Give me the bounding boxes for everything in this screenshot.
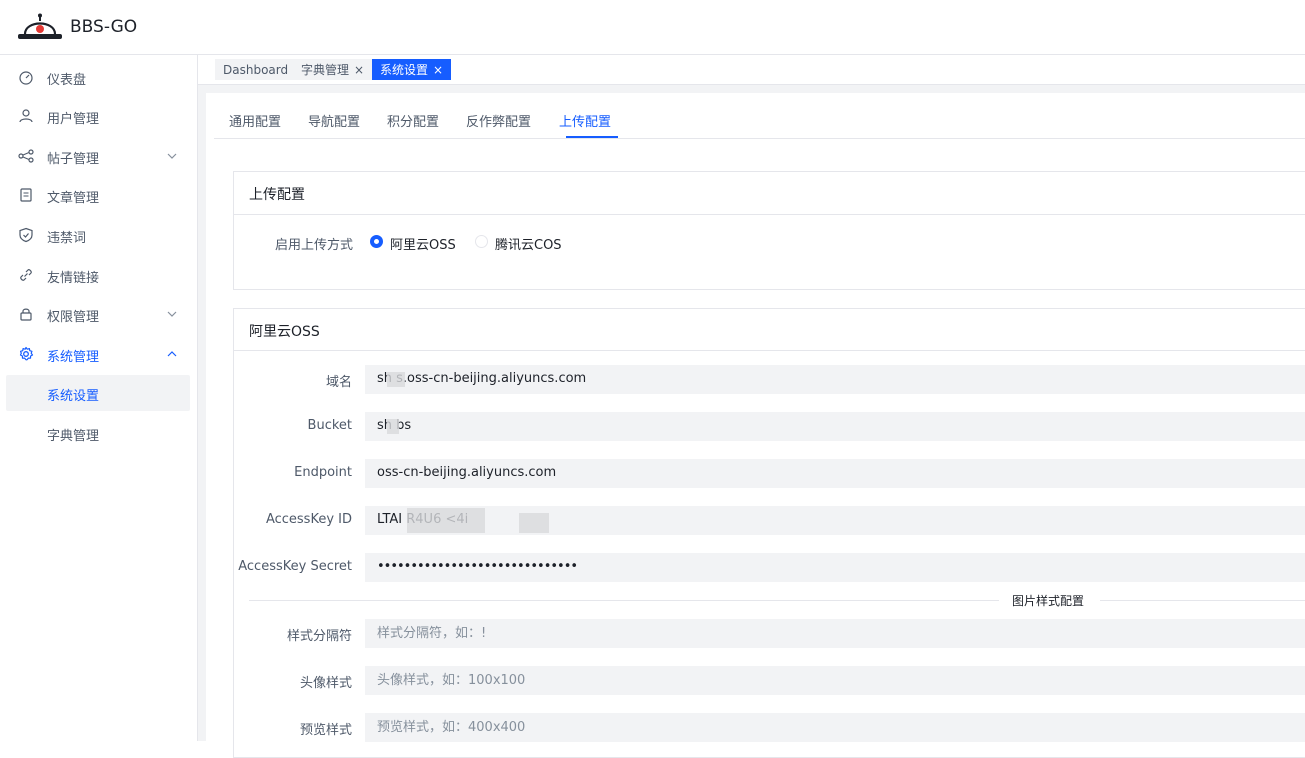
top-header: BBS-GO — [0, 0, 1305, 55]
endpoint-value: oss-cn-beijing.aliyuncs.com — [377, 465, 557, 480]
tab-anti-spam[interactable]: 反作弊配置 — [466, 111, 531, 130]
redaction-blur — [407, 508, 485, 533]
access-key-id-input[interactable]: LTAI R4U6 <4i — [365, 506, 1305, 535]
endpoint-input[interactable]: oss-cn-beijing.aliyuncs.com — [365, 459, 1305, 488]
file-icon — [20, 188, 32, 202]
content-panel: 通用配置 导航配置 积分配置 反作弊配置 上传配置 上传配置 启用上传方式 阿里… — [206, 93, 1305, 758]
upload-config-card: 上传配置 启用上传方式 阿里云OSS 腾讯云COS — [233, 171, 1305, 290]
lock-icon — [20, 308, 32, 321]
bucket-label: Bucket — [307, 418, 352, 433]
tag-label: 系统设置 — [380, 63, 429, 77]
sidebar-item-label: 文章管理 — [47, 191, 100, 206]
sidebar-item-articles[interactable]: 文章管理 — [6, 177, 190, 213]
sidebar-item-label: 系统设置 — [47, 389, 100, 404]
redaction-blur — [387, 372, 405, 387]
close-icon[interactable]: × — [354, 63, 364, 77]
card-title: 阿里云OSS — [249, 324, 320, 340]
card-divider — [234, 214, 1305, 215]
chevron-up-icon — [167, 351, 177, 357]
style-separator-input[interactable] — [365, 619, 1305, 648]
sidebar-item-label: 用户管理 — [47, 112, 100, 127]
tag-dashboard[interactable]: Dashboard — [215, 59, 297, 80]
sidebar-item-label: 仪表盘 — [47, 73, 87, 88]
card-title: 上传配置 — [249, 187, 305, 203]
tag-label: Dashboard — [223, 62, 289, 77]
avatar-style-label: 头像样式 — [299, 676, 352, 691]
sidebar-item-label: 友情链接 — [47, 271, 100, 286]
sidebar-item-label: 字典管理 — [47, 429, 100, 444]
radio-aliyun-oss-label[interactable]: 阿里云OSS — [390, 234, 456, 253]
access-key-id-label: AccessKey ID — [265, 512, 352, 527]
bbs-logo-icon — [18, 13, 62, 39]
sidebar-item-dashboard[interactable]: 仪表盘 — [6, 59, 190, 95]
endpoint-label: Endpoint — [294, 465, 352, 480]
sidebar-subitem-dictionary[interactable]: 字典管理 — [6, 415, 190, 451]
upload-method-label: 启用上传方式 — [275, 238, 354, 253]
divider-line-left — [249, 600, 999, 601]
sidebar-item-system[interactable]: 系统管理 — [6, 336, 190, 372]
sidebar-item-posts[interactable]: 帖子管理 — [6, 138, 190, 174]
domain-value: sh s.oss-cn-beijing.aliyuncs.com — [377, 371, 587, 386]
avatar-style-input[interactable] — [365, 666, 1305, 695]
radio-aliyun-oss[interactable] — [370, 235, 383, 248]
preview-style-input[interactable] — [365, 713, 1305, 742]
redaction-blur — [519, 513, 549, 533]
share-icon — [18, 149, 34, 163]
access-key-secret-label: AccessKey Secret — [238, 559, 352, 574]
sidebar-item-links[interactable]: 友情链接 — [6, 257, 190, 293]
user-icon — [19, 109, 33, 123]
tag-dictionary[interactable]: 字典管理 × — [293, 59, 373, 80]
sidebar-item-forbidden-words[interactable]: 违禁词 — [6, 217, 190, 253]
domain-label: 域名 — [325, 375, 352, 390]
brand-name: BBS-GO — [70, 17, 138, 37]
preview-style-label: 预览样式 — [299, 723, 352, 738]
tab-general[interactable]: 通用配置 — [229, 111, 281, 130]
aliyun-oss-card: 阿里云OSS 域名 sh s.oss-cn-beijing.aliyuncs.c… — [233, 308, 1305, 758]
access-key-secret-input[interactable]: •••••••••••••••••••••••••••••• — [365, 553, 1305, 582]
tag-bar: Dashboard 字典管理 × 系统设置 × — [198, 55, 1305, 85]
sidebar-item-label: 权限管理 — [47, 310, 100, 325]
sidebar-item-users[interactable]: 用户管理 — [6, 98, 190, 134]
tab-score[interactable]: 积分配置 — [387, 111, 439, 130]
shield-icon — [19, 227, 33, 243]
active-tab-indicator — [566, 136, 618, 138]
sidebar-subitem-system-settings[interactable]: 系统设置 — [6, 375, 190, 411]
divider-line-right — [1100, 600, 1305, 601]
tab-upload[interactable]: 上传配置 — [559, 111, 611, 130]
chevron-down-icon — [167, 153, 177, 159]
close-icon[interactable]: × — [433, 63, 443, 77]
style-separator-label: 样式分隔符 — [286, 629, 352, 644]
image-style-divider-text: 图片样式配置 — [1012, 594, 1085, 608]
dashboard-icon — [19, 71, 33, 85]
radio-tencent-cos-label[interactable]: 腾讯云COS — [495, 234, 562, 253]
settings-icon — [19, 346, 34, 361]
access-key-secret-value: •••••••••••••••••••••••••••••• — [377, 559, 578, 574]
sidebar: 仪表盘 用户管理 帖子管理 文章管理 违禁词 友情链接 权限管理 系统管理 系统… — [0, 55, 198, 741]
sidebar-item-label: 帖子管理 — [47, 152, 100, 167]
bucket-input[interactable]: sh bs — [365, 412, 1305, 441]
sidebar-item-label: 违禁词 — [47, 231, 87, 246]
redaction-blur — [387, 419, 399, 434]
chevron-down-icon — [167, 311, 177, 317]
tab-navigation[interactable]: 导航配置 — [308, 111, 360, 130]
sidebar-item-label: 系统管理 — [47, 350, 100, 365]
settings-tabs: 通用配置 导航配置 积分配置 反作弊配置 上传配置 — [214, 93, 1305, 139]
domain-input[interactable]: sh s.oss-cn-beijing.aliyuncs.com — [365, 365, 1305, 394]
tag-label: 字典管理 — [301, 63, 350, 77]
link-icon — [20, 269, 32, 281]
radio-tencent-cos[interactable] — [475, 235, 488, 248]
card-divider — [234, 350, 1305, 351]
tag-system-settings[interactable]: 系统设置 × — [372, 59, 452, 80]
sidebar-item-permissions[interactable]: 权限管理 — [6, 296, 190, 332]
